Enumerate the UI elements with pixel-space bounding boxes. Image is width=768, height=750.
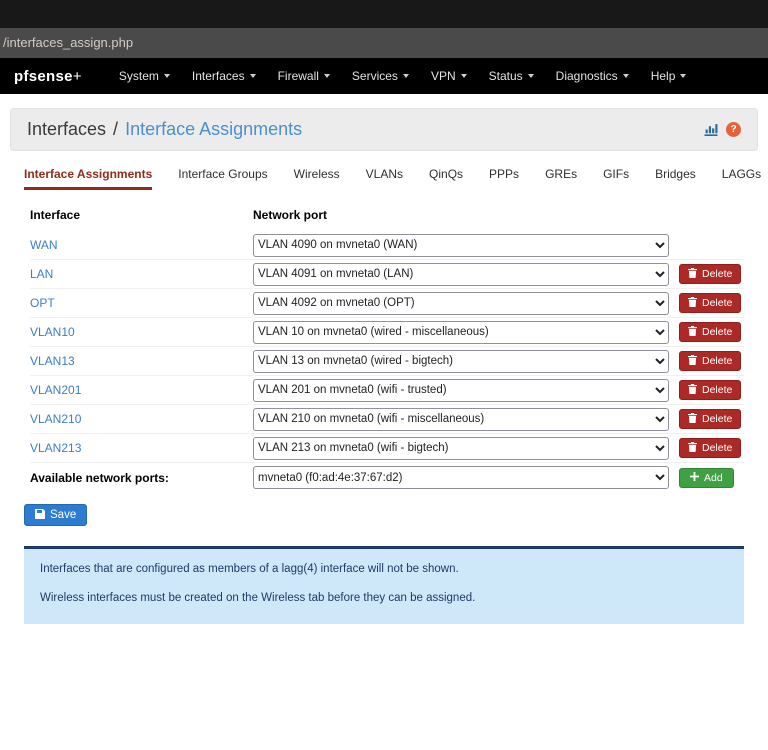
table-row: VLAN210 VLAN 210 on mvneta0 (wifi - misc… xyxy=(30,405,744,434)
info-note-lagg: Interfaces that are configured as member… xyxy=(40,563,459,575)
tab-gifs[interactable]: GIFs xyxy=(603,167,629,190)
nav-item-status[interactable]: Status xyxy=(478,58,545,94)
tab-interface-assignments[interactable]: Interface Assignments xyxy=(24,167,153,190)
nav-item-services[interactable]: Services xyxy=(341,58,420,94)
interface-link-vlan201[interactable]: VLAN201 xyxy=(30,383,253,397)
table-row: OPT VLAN 4092 on mvneta0 (OPT) Delete xyxy=(30,289,744,318)
tab-bar: Interface Assignments Interface Groups W… xyxy=(0,151,768,190)
delete-button[interactable]: Delete xyxy=(679,264,742,284)
chevron-down-icon xyxy=(323,74,330,78)
nav-item-vpn[interactable]: VPN xyxy=(420,58,478,94)
network-port-select[interactable]: VLAN 10 on mvneta0 (wired - miscellaneou… xyxy=(253,320,669,344)
breadcrumb-section: Interfaces xyxy=(27,119,107,139)
interface-assignments-table: Interface Network port WAN VLAN 4090 on … xyxy=(0,190,768,492)
status-graph-icon[interactable] xyxy=(704,123,718,136)
trash-icon xyxy=(688,267,697,281)
available-ports-row: Available network ports: mvneta0 (f0:ad:… xyxy=(30,463,744,492)
tab-bridges[interactable]: Bridges xyxy=(655,167,696,190)
delete-button[interactable]: Delete xyxy=(679,293,742,313)
save-icon xyxy=(35,508,45,522)
help-icon[interactable]: ? xyxy=(726,122,741,137)
nav-item-help[interactable]: Help xyxy=(640,58,698,94)
interface-link-vlan10[interactable]: VLAN10 xyxy=(30,325,253,339)
trash-icon xyxy=(688,354,697,368)
delete-button[interactable]: Delete xyxy=(679,380,742,400)
col-header-interface: Interface xyxy=(30,208,81,222)
interface-link-vlan210[interactable]: VLAN210 xyxy=(30,412,253,426)
delete-button[interactable]: Delete xyxy=(679,322,742,342)
chevron-down-icon xyxy=(163,74,170,78)
interface-link-wan[interactable]: WAN xyxy=(30,238,253,252)
nav-item-firewall[interactable]: Firewall xyxy=(267,58,341,94)
info-note-wireless: Wireless interfaces must be created on t… xyxy=(40,591,476,604)
delete-button[interactable]: Delete xyxy=(679,438,742,458)
page-title: Interface Assignments xyxy=(125,119,303,139)
table-row: VLAN213 VLAN 213 on mvneta0 (wifi - bigt… xyxy=(30,434,744,463)
trash-icon xyxy=(688,441,697,455)
tab-wireless[interactable]: Wireless xyxy=(294,167,340,190)
interface-link-opt[interactable]: OPT xyxy=(30,296,253,310)
table-header: Interface Network port xyxy=(30,208,744,231)
available-ports-label: Available network ports: xyxy=(30,470,169,485)
info-panel: Interfaces that are configured as member… xyxy=(24,546,744,624)
interface-link-vlan213[interactable]: VLAN213 xyxy=(30,441,253,455)
breadcrumb-separator: / xyxy=(113,119,119,139)
interface-link-lan[interactable]: LAN xyxy=(30,267,253,281)
save-button[interactable]: Save xyxy=(24,504,88,526)
available-port-select[interactable]: mvneta0 (f0:ad:4e:37:67:d2) xyxy=(253,466,669,489)
col-header-network-port: Network port xyxy=(253,208,328,222)
network-port-select[interactable]: VLAN 213 on mvneta0 (wifi - bigtech) xyxy=(253,436,669,460)
browser-titlebar xyxy=(0,0,768,28)
network-port-select[interactable]: VLAN 13 on mvneta0 (wired - bigtech) xyxy=(253,349,669,373)
table-row: VLAN10 VLAN 10 on mvneta0 (wired - misce… xyxy=(30,318,744,347)
network-port-select[interactable]: VLAN 201 on mvneta0 (wifi - trusted) xyxy=(253,378,669,402)
browser-url-bar[interactable]: /interfaces_assign.php xyxy=(0,28,768,58)
network-port-select[interactable]: VLAN 4091 on mvneta0 (LAN) xyxy=(253,262,669,286)
tab-gres[interactable]: GREs xyxy=(545,167,577,190)
trash-icon xyxy=(688,325,697,339)
trash-icon xyxy=(688,296,697,310)
network-port-select[interactable]: VLAN 210 on mvneta0 (wifi - miscellaneou… xyxy=(253,407,669,431)
chevron-down-icon xyxy=(249,74,256,78)
nav-item-diagnostics[interactable]: Diagnostics xyxy=(545,58,640,94)
main-navbar: pfsense+ System Interfaces Firewall Serv… xyxy=(0,58,768,94)
trash-icon xyxy=(688,412,697,426)
trash-icon xyxy=(688,383,697,397)
network-port-select[interactable]: VLAN 4090 on mvneta0 (WAN) xyxy=(253,233,669,257)
tab-qinqs[interactable]: QinQs xyxy=(429,167,463,190)
add-button[interactable]: Add xyxy=(679,467,734,488)
tab-laggs[interactable]: LAGGs xyxy=(722,167,761,190)
table-row: WAN VLAN 4090 on mvneta0 (WAN) xyxy=(30,231,744,260)
network-port-select[interactable]: VLAN 4092 on mvneta0 (OPT) xyxy=(253,291,669,315)
table-row: VLAN201 VLAN 201 on mvneta0 (wifi - trus… xyxy=(30,376,744,405)
chevron-down-icon xyxy=(460,74,467,78)
nav-item-interfaces[interactable]: Interfaces xyxy=(181,58,267,94)
chevron-down-icon xyxy=(402,74,409,78)
tab-ppps[interactable]: PPPs xyxy=(489,167,519,190)
tab-interface-groups[interactable]: Interface Groups xyxy=(178,167,267,190)
interface-link-vlan13[interactable]: VLAN13 xyxy=(30,354,253,368)
page-header: Interfaces / Interface Assignments ? xyxy=(10,108,758,151)
delete-button[interactable]: Delete xyxy=(679,409,742,429)
chevron-down-icon xyxy=(527,74,534,78)
pfsense-logo[interactable]: pfsense+ xyxy=(14,68,82,85)
tab-vlans[interactable]: VLANs xyxy=(366,167,403,190)
nav-item-system[interactable]: System xyxy=(108,58,181,94)
table-row: VLAN13 VLAN 13 on mvneta0 (wired - bigte… xyxy=(30,347,744,376)
page-url: /interfaces_assign.php xyxy=(3,35,134,50)
table-row: LAN VLAN 4091 on mvneta0 (LAN) Delete xyxy=(30,260,744,289)
plus-icon xyxy=(690,471,699,484)
chevron-down-icon xyxy=(622,74,629,78)
delete-button[interactable]: Delete xyxy=(679,351,742,371)
chevron-down-icon xyxy=(680,74,687,78)
